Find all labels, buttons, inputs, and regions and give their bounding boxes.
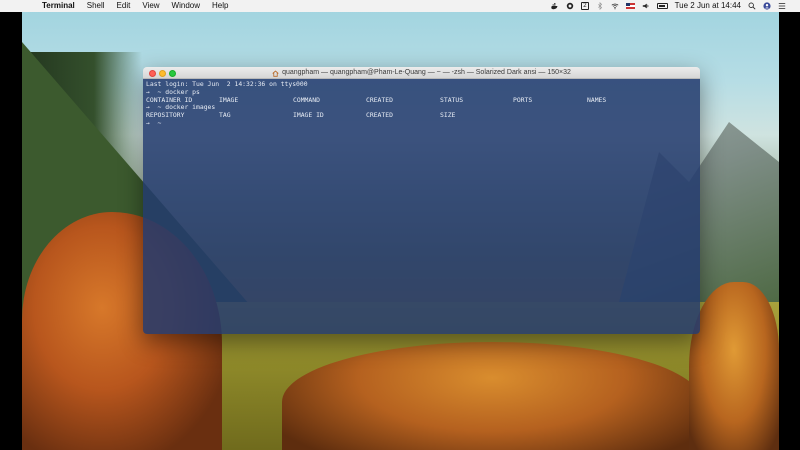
images-col-image-id: IMAGE ID xyxy=(293,111,324,120)
terminal-output[interactable]: Last login: Tue Jun 2 14:32:36 on ttys00… xyxy=(143,79,700,334)
menu-window[interactable]: Window xyxy=(166,0,206,12)
ps-col-image: IMAGE xyxy=(219,95,239,104)
wallpaper-tree-mid xyxy=(282,342,702,450)
docker-ps-header-row: CONTAINER ID IMAGE COMMAND CREATED STATU… xyxy=(146,95,697,105)
battery-icon[interactable] xyxy=(656,3,668,9)
menu-view[interactable]: View xyxy=(136,0,165,12)
spotlight-search-icon[interactable] xyxy=(748,2,756,10)
user-avatar-icon[interactable] xyxy=(763,2,771,10)
status-number-badge[interactable]: 2 xyxy=(581,2,589,10)
ps-col-ports: PORTS xyxy=(513,95,533,104)
wallpaper-tree-right xyxy=(689,282,779,450)
minimize-button[interactable] xyxy=(159,70,166,77)
input-source-flag-icon[interactable] xyxy=(625,3,635,9)
apple-menu-icon[interactable] xyxy=(32,1,40,11)
images-col-tag: TAG xyxy=(219,111,231,120)
close-button[interactable] xyxy=(149,70,156,77)
ps-col-status: STATUS xyxy=(440,95,464,104)
maximize-button[interactable] xyxy=(169,70,176,77)
notification-center-icon[interactable] xyxy=(778,2,786,10)
volume-icon[interactable] xyxy=(642,2,650,10)
ps-col-names: NAMES xyxy=(587,95,607,104)
letterbox-left xyxy=(0,12,22,450)
menu-shell[interactable]: Shell xyxy=(81,0,111,12)
letterbox-right xyxy=(779,12,800,450)
record-icon[interactable] xyxy=(566,2,574,10)
wifi-icon[interactable] xyxy=(611,2,619,10)
terminal-window[interactable]: quangpham — quangpham@Pham-Le-Quang — ~ … xyxy=(143,67,700,334)
terminal-titlebar[interactable]: quangpham — quangpham@Pham-Le-Quang — ~ … xyxy=(143,67,700,79)
docker-images-header-row: REPOSITORY TAG IMAGE ID CREATED SIZE xyxy=(146,111,697,120)
menu-clock[interactable]: Tue 2 Jun at 14:44 xyxy=(675,0,741,12)
desktop: Terminal Shell Edit View Window Help 2 T… xyxy=(0,0,800,450)
ps-col-created: CREATED xyxy=(366,95,393,104)
ps-col-command: COMMAND xyxy=(293,95,320,104)
bluetooth-icon[interactable] xyxy=(596,2,604,10)
last-login-line: Last login: Tue Jun 2 14:32:36 on ttys00… xyxy=(146,80,308,88)
window-title: quangpham — quangpham@Pham-Le-Quang — ~ … xyxy=(282,69,571,76)
images-col-size: SIZE xyxy=(440,111,456,120)
docker-whale-icon[interactable] xyxy=(551,2,559,10)
home-folder-icon xyxy=(272,69,279,77)
menu-help[interactable]: Help xyxy=(206,0,234,12)
images-col-created: CREATED xyxy=(366,111,393,120)
menu-bar: Terminal Shell Edit View Window Help 2 T… xyxy=(0,0,800,12)
current-prompt[interactable]: → ~ xyxy=(146,119,697,128)
menu-edit[interactable]: Edit xyxy=(111,0,137,12)
